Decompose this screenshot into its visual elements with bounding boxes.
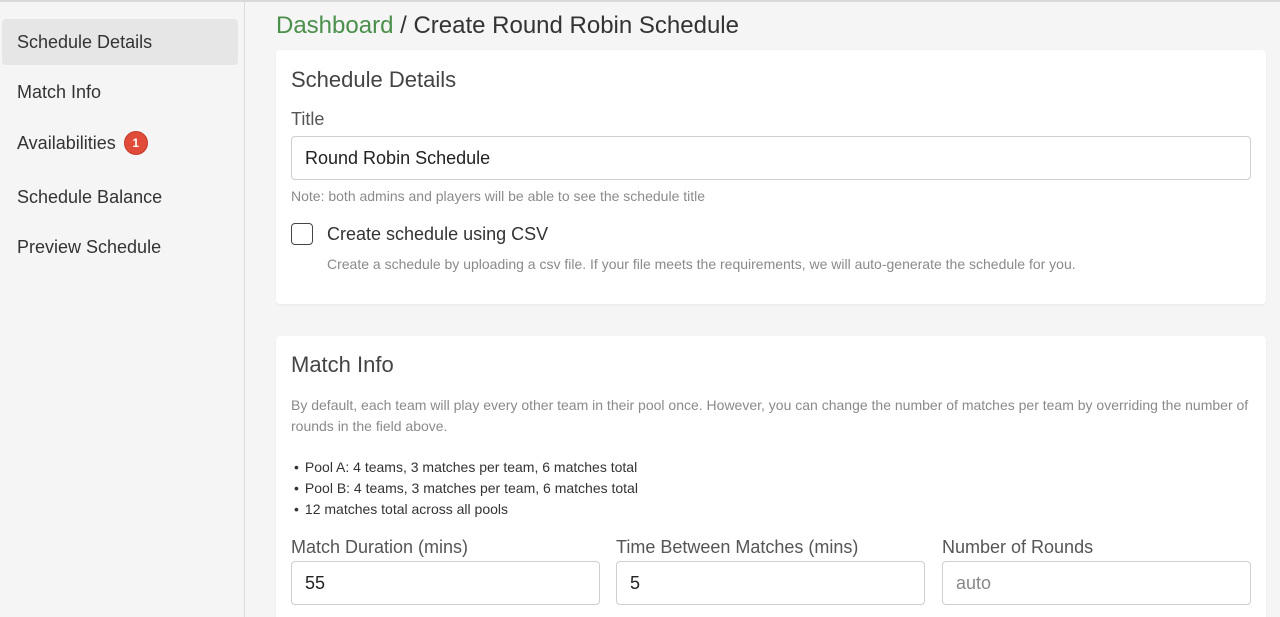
title-note: Note: both admins and players will be ab… [291,188,706,204]
title-input[interactable] [291,136,1251,180]
page-title: Create Round Robin Schedule [413,12,739,39]
notification-badge: 1 [123,131,148,155]
sidebar-item-label: Availabilities [17,132,116,153]
number-of-rounds-label: Number of Rounds [942,537,1094,557]
csv-checkbox-label[interactable]: Create schedule using CSV [327,224,548,245]
list-item: Pool B: 4 teams, 3 matches per team, 6 m… [294,478,638,499]
match-info-description: By default, each team will play every ot… [291,397,1249,434]
time-between-matches-input[interactable] [616,561,925,605]
sidebar-item-availabilities[interactable]: Availabilities 1 [2,120,238,166]
sidebar-item-schedule-balance[interactable]: Schedule Balance [2,174,238,220]
breadcrumb-separator: / [393,12,414,39]
sidebar-item-preview-schedule[interactable]: Preview Schedule [2,224,238,270]
breadcrumb-dashboard-link[interactable]: Dashboard [276,12,393,39]
sidebar-item-match-info[interactable]: Match Info [2,69,238,115]
sidebar: Schedule Details Match Info Availabiliti… [0,2,245,617]
sidebar-item-label: Schedule Balance [17,186,163,207]
section-title: Match Info [291,352,394,377]
section-title: Schedule Details [291,67,457,92]
sidebar-item-label: Match Info [17,81,102,102]
csv-note: Create a schedule by uploading a csv fil… [327,256,1076,272]
breadcrumb: Dashboard / Create Round Robin Schedule [276,12,739,40]
list-item: Pool A: 4 teams, 3 matches per team, 6 m… [294,457,638,478]
pool-summary-list: Pool A: 4 teams, 3 matches per team, 6 m… [294,457,638,520]
match-duration-input[interactable] [291,561,600,605]
match-duration-label: Match Duration (mins) [291,537,469,557]
main-content: Dashboard / Create Round Robin Schedule … [246,2,1280,617]
time-between-matches-label: Time Between Matches (mins) [616,537,859,557]
sidebar-item-label: Preview Schedule [17,236,162,257]
csv-checkbox[interactable] [291,223,313,245]
match-info-card: Match Info By default, each team will pl… [276,336,1266,617]
sidebar-item-schedule-details[interactable]: Schedule Details [2,19,238,65]
title-label: Title [291,109,325,129]
number-of-rounds-input[interactable] [942,561,1251,605]
sidebar-item-label: Schedule Details [17,31,153,52]
schedule-details-card: Schedule Details Title Note: both admins… [276,50,1266,304]
list-item: 12 matches total across all pools [294,499,638,520]
